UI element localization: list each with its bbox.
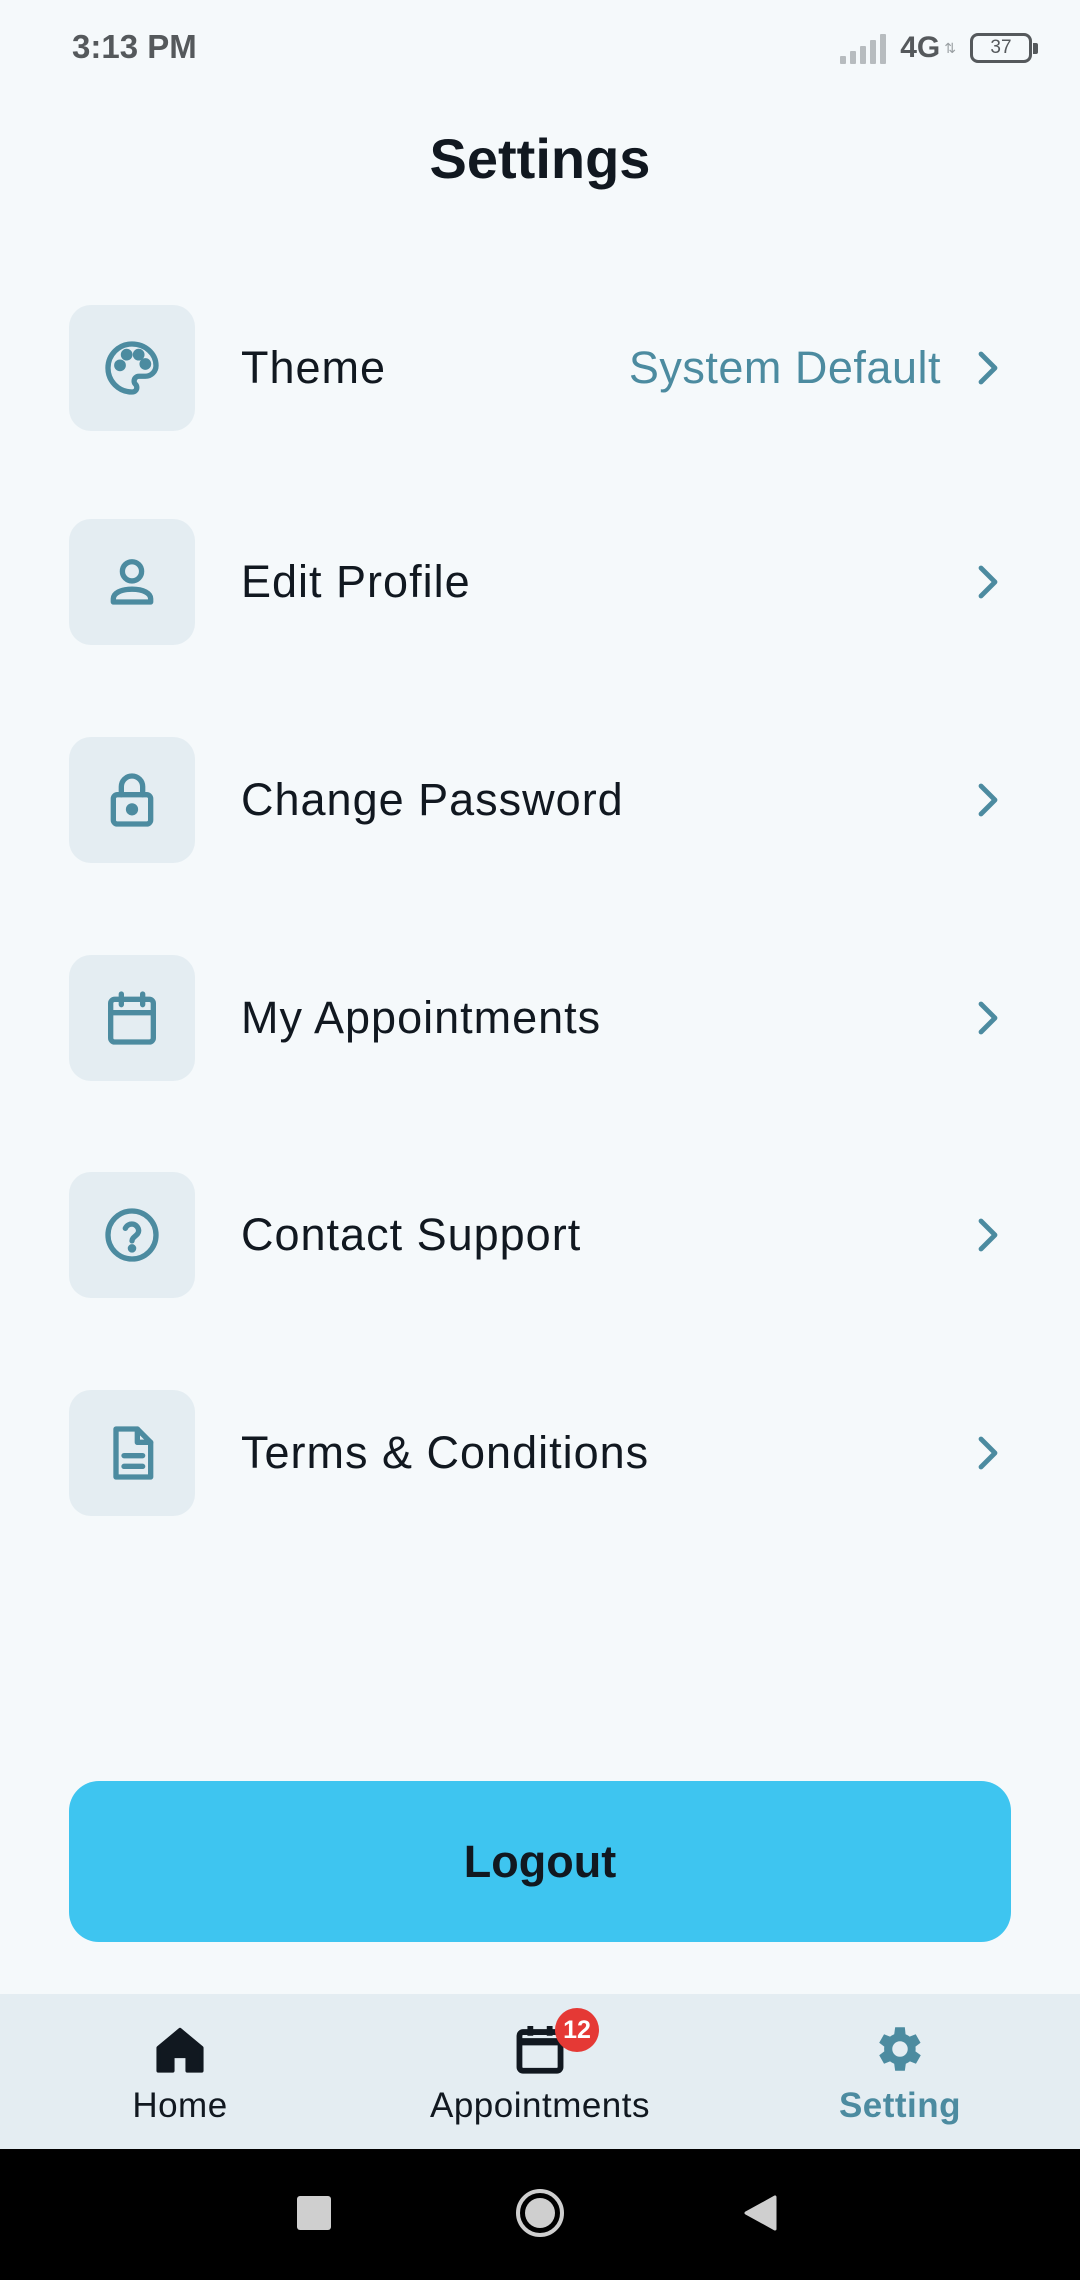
nav-label-setting: Setting <box>838 2086 962 2125</box>
nav-item-appointments[interactable]: 12 Appointments <box>410 1994 670 2149</box>
calendar-icon: 12 <box>511 2008 599 2078</box>
settings-item-label: Contact Support <box>241 1209 582 1260</box>
status-bar: 3:13 PM 4G ⇅ 37 <box>0 0 1080 96</box>
settings-item-label: Theme <box>241 342 387 393</box>
status-indicators: 4G ⇅ 37 <box>840 28 1038 68</box>
user-icon <box>69 519 195 645</box>
chevron-right-icon <box>978 1001 998 1035</box>
chevron-right-icon <box>978 351 998 385</box>
settings-item-theme[interactable]: Theme System Default <box>69 305 1011 431</box>
chevron-right-icon <box>978 783 998 817</box>
home-system-button[interactable] <box>508 2181 572 2245</box>
lock-icon <box>69 737 195 863</box>
palette-icon <box>69 305 195 431</box>
back-button[interactable] <box>728 2181 792 2245</box>
battery-icon: 37 <box>970 33 1038 63</box>
chevron-right-icon <box>978 565 998 599</box>
settings-item-edit-profile[interactable]: Edit Profile <box>69 519 1011 645</box>
help-circle-icon <box>69 1172 195 1298</box>
bottom-nav: Home 12 Appointments Setting <box>0 1994 1080 2149</box>
data-activity-icon: ⇅ <box>944 40 956 56</box>
calendar-icon <box>69 955 195 1081</box>
system-nav-bar <box>0 2149 1080 2280</box>
battery-level: 37 <box>990 37 1012 58</box>
page-title: Settings <box>429 127 651 190</box>
theme-value: System Default <box>628 342 941 393</box>
settings-item-label: Terms & Conditions <box>241 1427 650 1478</box>
square-icon <box>297 2196 331 2230</box>
settings-item-label: Edit Profile <box>241 556 471 607</box>
nav-label-home: Home <box>132 2086 228 2125</box>
settings-item-my-appointments[interactable]: My Appointments <box>69 955 1011 1081</box>
settings-screen: 3:13 PM 4G ⇅ 37 Settings Theme System De <box>0 0 1080 2280</box>
appointments-badge: 12 <box>555 2008 599 2052</box>
settings-item-change-password[interactable]: Change Password <box>69 737 1011 863</box>
chevron-right-icon <box>978 1218 998 1252</box>
settings-item-label: Change Password <box>241 774 624 825</box>
status-time: 3:13 PM <box>72 28 197 65</box>
nav-label-appointments: Appointments <box>429 2086 651 2125</box>
network-type: 4G <box>900 31 941 64</box>
nav-item-setting[interactable]: Setting <box>820 1994 980 2149</box>
circle-icon <box>516 2189 564 2237</box>
back-triangle-icon <box>744 2195 777 2231</box>
chevron-right-icon <box>978 1436 998 1470</box>
settings-item-contact-support[interactable]: Contact Support <box>69 1172 1011 1298</box>
logout-button[interactable]: Logout <box>69 1781 1011 1942</box>
home-icon <box>151 2020 209 2078</box>
signal-icon <box>840 32 887 64</box>
nav-item-home[interactable]: Home <box>100 1994 260 2149</box>
document-icon <box>69 1390 195 1516</box>
gear-icon <box>871 2020 929 2078</box>
settings-item-label: My Appointments <box>241 992 602 1043</box>
recents-button[interactable] <box>282 2181 346 2245</box>
settings-item-terms-conditions[interactable]: Terms & Conditions <box>69 1390 1011 1516</box>
